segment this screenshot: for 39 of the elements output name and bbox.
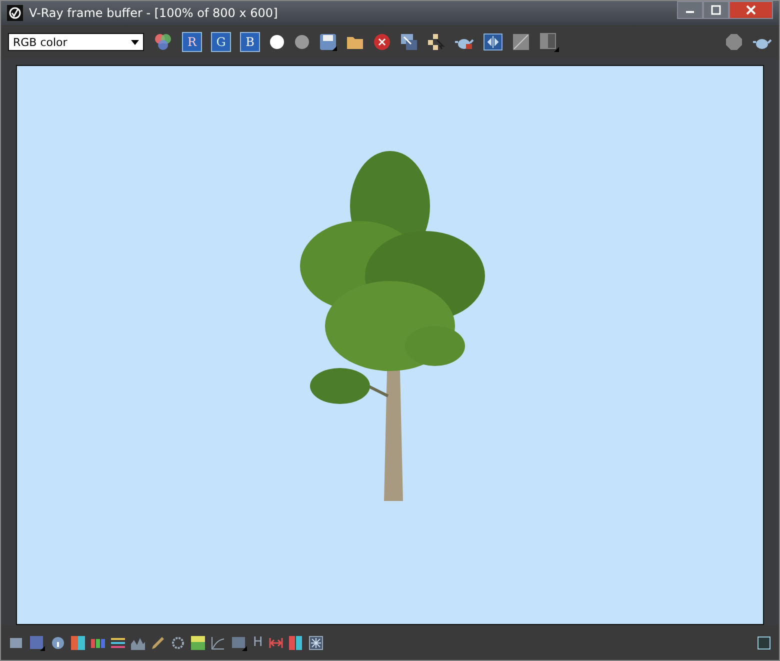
stop-icon[interactable] <box>725 33 743 51</box>
ab-split-icon[interactable] <box>539 32 559 52</box>
channel-dropdown[interactable]: RGB color <box>8 33 144 51</box>
horizontal-arrows-icon[interactable] <box>268 636 283 650</box>
channel-toggle-button[interactable]: G <box>211 32 231 52</box>
compare-icon[interactable] <box>483 33 503 51</box>
histogram-icon[interactable] <box>131 636 145 650</box>
lut-icon[interactable] <box>231 634 247 650</box>
close-icon <box>745 5 757 15</box>
save-icon[interactable] <box>319 33 337 51</box>
levels-icon[interactable] <box>111 636 125 650</box>
app-logo-icon <box>7 5 23 21</box>
channel-toggle-button[interactable]: R <box>182 32 202 52</box>
solid-sphere-icon[interactable] <box>269 34 285 50</box>
region-cursor-icon[interactable] <box>427 33 445 51</box>
window-title: V-Ray frame buffer - [100% of 800 x 600] <box>29 6 278 20</box>
curve-icon[interactable] <box>211 636 225 650</box>
window-arrow-icon[interactable] <box>400 33 418 51</box>
split-bars-icon[interactable] <box>288 636 303 650</box>
maximize-button[interactable] <box>703 1 729 19</box>
info-icon[interactable] <box>51 636 65 650</box>
caret-icon <box>131 40 139 44</box>
maximize-icon <box>711 5 721 15</box>
color-circles-icon[interactable] <box>153 32 173 52</box>
window-icon[interactable] <box>757 636 771 650</box>
close-button[interactable] <box>729 1 773 19</box>
clear-icon[interactable] <box>373 33 391 51</box>
sparkle-icon[interactable] <box>308 636 323 650</box>
shaded-sphere-icon[interactable] <box>294 34 310 50</box>
folder-icon[interactable] <box>346 34 364 50</box>
image-settings-icon[interactable] <box>29 634 45 650</box>
panel-icon[interactable] <box>9 636 23 650</box>
minimize-button[interactable] <box>677 1 703 19</box>
histogram-toggle[interactable]: H <box>253 635 263 650</box>
pencil-icon[interactable] <box>151 636 165 650</box>
landscape-icon[interactable] <box>191 636 205 650</box>
gradient-icon[interactable] <box>71 636 85 650</box>
channel-toggle-button[interactable]: B <box>240 32 260 52</box>
ab-icon[interactable] <box>512 33 530 51</box>
